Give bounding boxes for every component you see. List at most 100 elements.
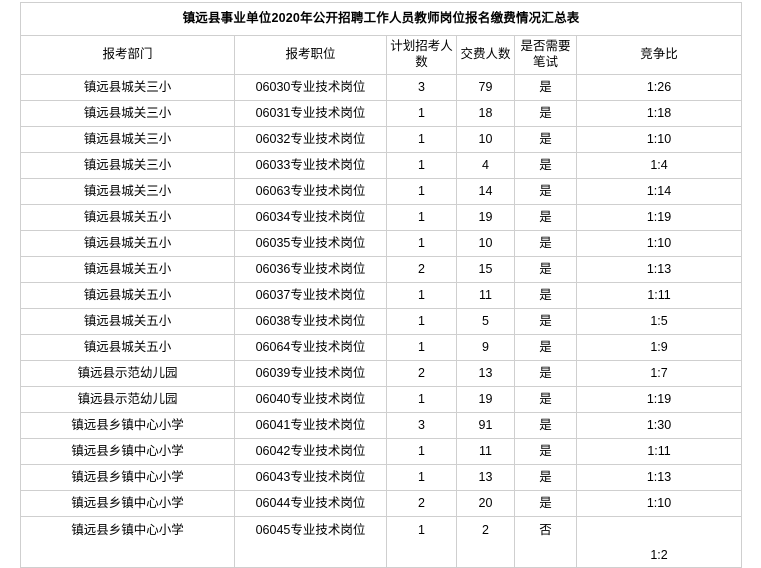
table-row: 镇远县城关三小 06033专业技术岗位 1 4 是 1:4 — [20, 152, 743, 179]
cell-position: 06031专业技术岗位 — [234, 100, 387, 127]
cell-competition: 1:4 — [575, 152, 743, 179]
cell-paid: 15 — [456, 256, 515, 283]
table-row: 镇远县城关三小 06032专业技术岗位 1 10 是 1:10 — [20, 126, 743, 153]
cell-exam: 是 — [514, 100, 577, 127]
table-row: 镇远县示范幼儿园 06039专业技术岗位 2 13 是 1:7 — [20, 360, 743, 387]
cell-position: 06063专业技术岗位 — [234, 178, 387, 205]
cell-exam: 是 — [514, 308, 577, 335]
table-row: 镇远县乡镇中心小学 06043专业技术岗位 1 13 是 1:13 — [20, 464, 743, 491]
cell-plan: 1 — [386, 204, 457, 231]
table-row: 镇远县城关三小 06031专业技术岗位 1 18 是 1:18 — [20, 100, 743, 127]
cell-position: 06038专业技术岗位 — [234, 308, 387, 335]
cell-exam: 是 — [514, 74, 577, 101]
table-row: 镇远县城关五小 06037专业技术岗位 1 11 是 1:11 — [20, 282, 743, 309]
cell-exam: 是 — [514, 334, 577, 361]
cell-dept: 镇远县乡镇中心小学 — [20, 464, 235, 491]
cell-paid: 19 — [456, 386, 515, 413]
cell-paid: 9 — [456, 334, 515, 361]
cell-paid: 2 — [456, 516, 515, 568]
cell-paid: 13 — [456, 360, 515, 387]
cell-position: 06039专业技术岗位 — [234, 360, 387, 387]
cell-competition: 1:13 — [575, 256, 743, 283]
table-row: 镇远县城关五小 06034专业技术岗位 1 19 是 1:19 — [20, 204, 743, 231]
cell-dept: 镇远县城关五小 — [20, 334, 235, 361]
cell-position: 06044专业技术岗位 — [234, 490, 387, 517]
cell-dept: 镇远县城关三小 — [20, 152, 235, 179]
cell-dept: 镇远县示范幼儿园 — [20, 386, 235, 413]
cell-position: 06036专业技术岗位 — [234, 256, 387, 283]
cell-competition: 1:19 — [575, 204, 743, 231]
document-title: 镇远县事业单位2020年公开招聘工作人员教师岗位报名缴费情况汇总表 — [19, 2, 743, 36]
table-row: 镇远县乡镇中心小学 06042专业技术岗位 1 11 是 1:11 — [20, 438, 743, 465]
cell-paid: 4 — [456, 152, 515, 179]
cell-competition: 1:30 — [575, 412, 743, 439]
cell-plan: 1 — [386, 100, 457, 127]
table-row: 镇远县城关五小 06035专业技术岗位 1 10 是 1:10 — [20, 230, 743, 257]
cell-plan: 2 — [386, 360, 457, 387]
cell-paid: 11 — [456, 438, 515, 465]
cell-position: 06040专业技术岗位 — [234, 386, 387, 413]
cell-exam: 是 — [514, 386, 577, 413]
cell-paid: 18 — [456, 100, 515, 127]
table-row: 镇远县城关五小 06064专业技术岗位 1 9 是 1:9 — [20, 334, 743, 361]
cell-position: 06033专业技术岗位 — [234, 152, 387, 179]
cell-exam: 是 — [514, 126, 577, 153]
cell-competition: 1:14 — [575, 178, 743, 205]
cell-competition: 1:10 — [575, 126, 743, 153]
cell-paid: 14 — [456, 178, 515, 205]
cell-paid: 10 — [456, 126, 515, 153]
table-row: 镇远县城关三小 06063专业技术岗位 1 14 是 1:14 — [20, 178, 743, 205]
cell-competition: 1:7 — [575, 360, 743, 387]
cell-plan: 1 — [386, 308, 457, 335]
cell-position: 06034专业技术岗位 — [234, 204, 387, 231]
cell-plan: 1 — [386, 152, 457, 179]
cell-competition: 1:11 — [575, 438, 743, 465]
cell-dept: 镇远县城关五小 — [20, 308, 235, 335]
cell-exam: 是 — [514, 178, 577, 205]
title-row: 镇远县事业单位2020年公开招聘工作人员教师岗位报名缴费情况汇总表 — [19, 2, 743, 36]
column-header-paid: 交费人数 — [456, 35, 515, 75]
cell-dept: 镇远县示范幼儿园 — [20, 360, 235, 387]
cell-dept: 镇远县城关五小 — [20, 282, 235, 309]
cell-dept: 镇远县城关五小 — [20, 230, 235, 257]
spreadsheet-container: 镇远县事业单位2020年公开招聘工作人员教师岗位报名缴费情况汇总表 报考部门 报… — [19, 2, 743, 568]
cell-exam: 否 — [514, 516, 577, 568]
cell-plan: 1 — [386, 464, 457, 491]
cell-plan: 1 — [386, 516, 457, 568]
cell-dept: 镇远县城关五小 — [20, 204, 235, 231]
cell-competition: 1:10 — [575, 490, 743, 517]
cell-exam: 是 — [514, 464, 577, 491]
cell-position: 06042专业技术岗位 — [234, 438, 387, 465]
cell-competition: 1:5 — [575, 308, 743, 335]
cell-plan: 1 — [386, 334, 457, 361]
table-row: 镇远县示范幼儿园 06040专业技术岗位 1 19 是 1:19 — [20, 386, 743, 413]
table-row: 镇远县城关五小 06038专业技术岗位 1 5 是 1:5 — [20, 308, 743, 335]
cell-plan: 1 — [386, 438, 457, 465]
cell-paid: 13 — [456, 464, 515, 491]
cell-position: 06041专业技术岗位 — [234, 412, 387, 439]
cell-plan: 1 — [386, 126, 457, 153]
cell-dept: 镇远县乡镇中心小学 — [20, 490, 235, 517]
cell-exam: 是 — [514, 360, 577, 387]
cell-position: 06064专业技术岗位 — [234, 334, 387, 361]
cell-dept: 镇远县城关三小 — [20, 74, 235, 101]
cell-dept: 镇远县城关三小 — [20, 178, 235, 205]
cell-plan: 3 — [386, 74, 457, 101]
cell-paid: 91 — [456, 412, 515, 439]
cell-paid: 19 — [456, 204, 515, 231]
cell-dept: 镇远县城关三小 — [20, 126, 235, 153]
cell-exam: 是 — [514, 412, 577, 439]
cell-competition: 1:2 — [575, 516, 743, 568]
cell-dept: 镇远县乡镇中心小学 — [20, 516, 235, 568]
table-row: 镇远县乡镇中心小学 06041专业技术岗位 3 91 是 1:30 — [20, 412, 743, 439]
table-row: 镇远县城关五小 06036专业技术岗位 2 15 是 1:13 — [20, 256, 743, 283]
cell-competition: 1:9 — [575, 334, 743, 361]
cell-competition: 1:10 — [575, 230, 743, 257]
cell-plan: 1 — [386, 230, 457, 257]
cell-competition: 1:18 — [575, 100, 743, 127]
table-row: 镇远县乡镇中心小学 06045专业技术岗位 1 2 否 1:2 — [20, 516, 743, 568]
cell-plan: 1 — [386, 386, 457, 413]
cell-dept: 镇远县城关五小 — [20, 256, 235, 283]
cell-competition: 1:19 — [575, 386, 743, 413]
cell-position: 06032专业技术岗位 — [234, 126, 387, 153]
